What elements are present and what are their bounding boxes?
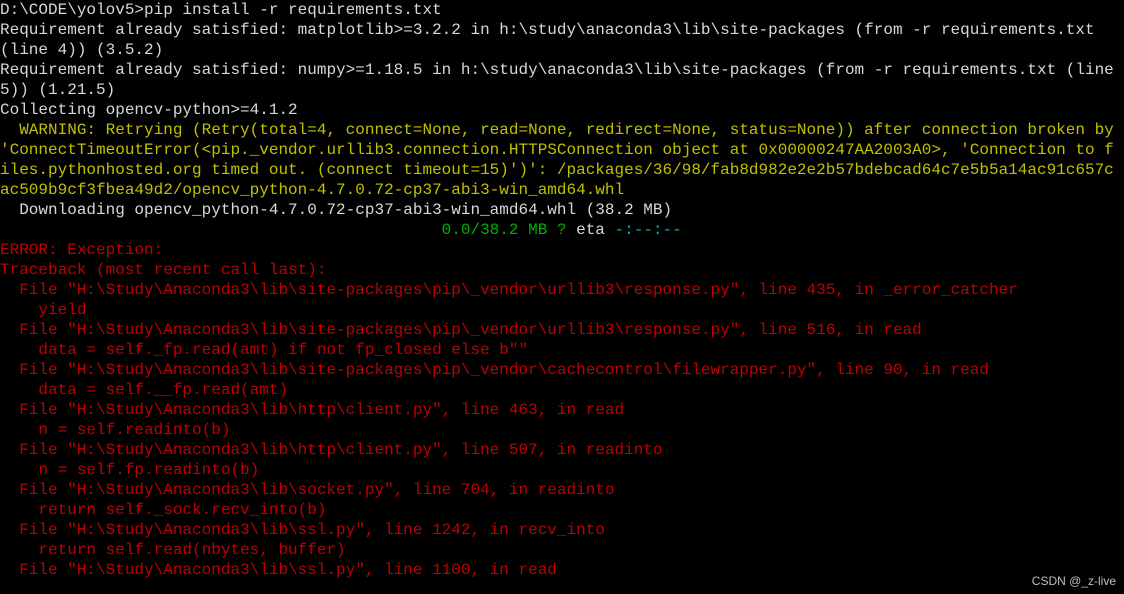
- traceback-line: File "H:\Study\Anaconda3\lib\http\client…: [0, 441, 663, 459]
- traceback-line: return self.read(nbytes, buffer): [0, 541, 346, 559]
- downloading-line: Downloading opencv_python-4.7.0.72-cp37-…: [0, 201, 672, 219]
- prompt-line: D:\CODE\yolov5>pip install -r requiremen…: [0, 1, 442, 19]
- traceback-line: yield: [0, 301, 86, 319]
- collecting-line: Collecting opencv-python>=4.1.2: [0, 101, 298, 119]
- traceback-line: File "H:\Study\Anaconda3\lib\http\client…: [0, 401, 624, 419]
- traceback-line: n = self.readinto(b): [0, 421, 230, 439]
- terminal-output[interactable]: D:\CODE\yolov5>pip install -r requiremen…: [0, 0, 1124, 580]
- traceback-line: File "H:\Study\Anaconda3\lib\site-packag…: [0, 361, 989, 379]
- progress-eta-label: eta: [567, 221, 615, 239]
- traceback-line: data = self._fp.read(amt) if not fp_clos…: [0, 341, 528, 359]
- traceback-header: Traceback (most recent call last):: [0, 261, 326, 279]
- watermark: CSDN @_z-live: [1032, 574, 1116, 588]
- requirement-numpy: Requirement already satisfied: numpy>=1.…: [0, 61, 1123, 99]
- traceback-line: File "H:\Study\Anaconda3\lib\ssl.py", li…: [0, 561, 557, 579]
- traceback-line: File "H:\Study\Anaconda3\lib\ssl.py", li…: [0, 521, 605, 539]
- progress-pad: [0, 221, 442, 239]
- warning-block: WARNING: Retrying (Retry(total=4, connec…: [0, 121, 1123, 199]
- traceback-line: File "H:\Study\Anaconda3\lib\socket.py",…: [0, 481, 615, 499]
- error-header: ERROR: Exception:: [0, 241, 163, 259]
- traceback-line: return self._sock.recv_into(b): [0, 501, 326, 519]
- traceback-line: n = self.fp.readinto(b): [0, 461, 259, 479]
- requirement-matplotlib: Requirement already satisfied: matplotli…: [0, 21, 1104, 59]
- progress-speed: ?: [547, 221, 566, 239]
- traceback-line: data = self.__fp.read(amt): [0, 381, 288, 399]
- traceback-line: File "H:\Study\Anaconda3\lib\site-packag…: [0, 281, 1018, 299]
- traceback-line: File "H:\Study\Anaconda3\lib\site-packag…: [0, 321, 922, 339]
- progress-eta: -:--:--: [615, 221, 682, 239]
- progress-value: 0.0/38.2 MB: [442, 221, 548, 239]
